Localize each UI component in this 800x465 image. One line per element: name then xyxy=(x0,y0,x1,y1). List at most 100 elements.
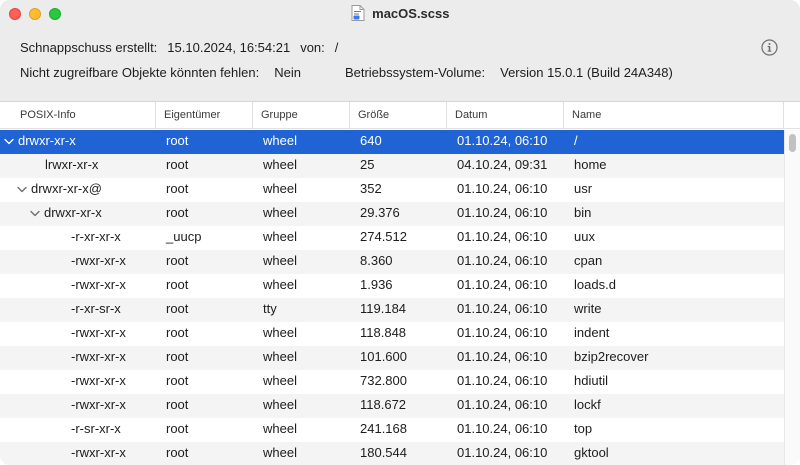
window-title-group: macOS.scss xyxy=(0,5,800,21)
group-cell: wheel xyxy=(263,157,297,172)
group-cell: wheel xyxy=(263,421,297,436)
table-row[interactable]: -r-xr-sr-x root tty 119.184 01.10.24, 06:10 w… xyxy=(0,298,800,322)
group-cell: wheel xyxy=(263,445,297,460)
name-cell: / xyxy=(574,133,578,148)
date-cell: 01.10.24, 06:10 xyxy=(457,229,548,244)
date-cell: 01.10.24, 06:10 xyxy=(457,421,548,436)
chevron-down-icon[interactable] xyxy=(4,138,14,145)
table-row[interactable]: -r-sr-xr-x root wheel 241.168 01.10.24, 06:1… xyxy=(0,418,800,442)
group-cell: wheel xyxy=(263,229,297,244)
missing-objects-label: Nicht zugreifbare Objekte könnten fehlen… xyxy=(20,65,260,80)
owner-cell: _uucp xyxy=(166,229,202,244)
posix-info-text: -rwxr-xr-x xyxy=(71,325,126,340)
owner-cell: root xyxy=(166,325,189,340)
size-cell: 119.184 xyxy=(360,301,407,316)
snapshot-from-value: / xyxy=(334,40,339,55)
posix-info-text: -rwxr-xr-x xyxy=(71,397,126,412)
column-header-posix[interactable]: POSIX-Info xyxy=(12,102,155,129)
owner-cell: root xyxy=(166,157,189,172)
vertical-scrollbar[interactable] xyxy=(784,130,800,465)
table-row[interactable]: -rwxr-xr-x root wheel 118.672 01.10.24, 06:1… xyxy=(0,394,800,418)
date-cell: 04.10.24, 09:31 xyxy=(457,157,548,172)
scss-document-icon xyxy=(351,5,365,21)
owner-cell: root xyxy=(166,373,189,388)
name-cell: bzip2recover xyxy=(574,349,649,364)
date-cell: 01.10.24, 06:10 xyxy=(457,133,548,148)
posix-info-text: -rwxr-xr-x xyxy=(71,373,126,388)
snapshot-from-label: von: xyxy=(300,40,325,55)
group-cell: wheel xyxy=(263,205,297,220)
owner-cell: root xyxy=(166,277,189,292)
owner-cell: root xyxy=(166,397,189,412)
group-cell: wheel xyxy=(263,181,297,196)
name-cell: loads.d xyxy=(574,277,616,292)
chevron-down-icon[interactable] xyxy=(30,210,40,217)
column-header-owner[interactable]: Eigentümer xyxy=(155,102,252,129)
table-row[interactable]: -rwxr-xr-x root wheel 732.800 01.10.24, 06:1… xyxy=(0,370,800,394)
posix-info-text: drwxr-xr-x xyxy=(44,205,102,220)
size-cell: 101.600 xyxy=(360,349,407,364)
column-header-date[interactable]: Datum xyxy=(446,102,563,129)
date-cell: 01.10.24, 06:10 xyxy=(457,277,548,292)
table-row[interactable]: -r-xr-xr-x _uucp wheel 274.512 01.10.24, 06:… xyxy=(0,226,800,250)
owner-cell: root xyxy=(166,349,189,364)
date-cell: 01.10.24, 06:10 xyxy=(457,397,548,412)
posix-info-text: -r-xr-xr-x xyxy=(71,229,121,244)
date-cell: 01.10.24, 06:10 xyxy=(457,181,548,196)
name-cell: indent xyxy=(574,325,610,340)
table-row[interactable]: -rwxr-xr-x root wheel 180.544 01.10.24, 06:1… xyxy=(0,442,800,465)
size-cell: 118.672 xyxy=(360,397,407,412)
system-volume-value: Version 15.0.1 (Build 24A348) xyxy=(500,65,673,80)
date-cell: 01.10.24, 06:10 xyxy=(457,325,548,340)
size-cell: 274.512 xyxy=(360,229,407,244)
date-cell: 01.10.24, 06:10 xyxy=(457,205,548,220)
date-cell: 01.10.24, 06:10 xyxy=(457,349,548,364)
name-cell: cpan xyxy=(574,253,603,268)
group-cell: wheel xyxy=(263,325,297,340)
table-body: drwxr-xr-x root wheel 640 01.10.24, 06:10 / lr… xyxy=(0,130,800,465)
snapshot-created-label: Schnappschuss erstellt: xyxy=(20,40,158,55)
posix-info-text: -rwxr-xr-x xyxy=(71,445,126,460)
file-table: POSIX-Info Eigentümer Gruppe Größe Datum… xyxy=(0,101,800,465)
date-cell: 01.10.24, 06:10 xyxy=(457,445,548,460)
column-header-name[interactable]: Name xyxy=(563,102,783,129)
table-header: POSIX-Info Eigentümer Gruppe Größe Datum… xyxy=(0,102,800,129)
table-row[interactable]: -rwxr-xr-x root wheel 1.936 01.10.24, 06:10 l… xyxy=(0,274,800,298)
window-title: macOS.scss xyxy=(372,6,450,21)
posix-info-text: -r-sr-xr-x xyxy=(71,421,121,436)
name-cell: top xyxy=(574,421,593,436)
size-cell: 29.376 xyxy=(360,205,400,220)
info-circle-icon[interactable] xyxy=(761,39,778,56)
table-row[interactable]: -rwxr-xr-x root wheel 101.600 01.10.24, 06:1… xyxy=(0,346,800,370)
column-header-size[interactable]: Größe xyxy=(349,102,446,129)
group-cell: wheel xyxy=(263,349,297,364)
name-cell: home xyxy=(574,157,607,172)
posix-info-text: -rwxr-xr-x xyxy=(71,277,126,292)
table-row[interactable]: drwxr-xr-x root wheel 640 01.10.24, 06:10 / xyxy=(0,130,800,154)
volume-info-line: Nicht zugreifbare Objekte könnten fehlen… xyxy=(20,65,676,80)
posix-info-text: drwxr-xr-x xyxy=(18,133,76,148)
chevron-down-icon[interactable] xyxy=(17,186,27,193)
name-cell: write xyxy=(574,301,602,316)
owner-cell: root xyxy=(166,421,189,436)
size-cell: 241.168 xyxy=(360,421,407,436)
app-window: macOS.scss Schnappschuss erstellt: 15.10.… xyxy=(0,0,800,465)
table-row[interactable]: -rwxr-xr-x root wheel 118.848 01.10.24, 06:1… xyxy=(0,322,800,346)
table-row[interactable]: lrwxr-xr-x root wheel 25 04.10.24, 09:31 home xyxy=(0,154,800,178)
column-header-group[interactable]: Gruppe xyxy=(252,102,349,129)
group-cell: wheel xyxy=(263,133,297,148)
size-cell: 180.544 xyxy=(360,445,407,460)
size-cell: 118.848 xyxy=(360,325,407,340)
table-row[interactable]: drwxr-xr-x@ root wheel 352 01.10.24, 06:10 us… xyxy=(0,178,800,202)
snapshot-info-line: Schnappschuss erstellt: 15.10.2024, 16:54… xyxy=(20,40,341,55)
table-row[interactable]: drwxr-xr-x root wheel 29.376 01.10.24, 06:10… xyxy=(0,202,800,226)
name-cell: usr xyxy=(574,181,593,196)
posix-info-text: -rwxr-xr-x xyxy=(71,349,126,364)
missing-objects-value: Nein xyxy=(274,65,301,80)
size-cell: 640 xyxy=(360,133,382,148)
scrollbar-thumb[interactable] xyxy=(789,134,796,152)
title-bar[interactable]: macOS.scss xyxy=(0,0,800,28)
group-cell: tty xyxy=(263,301,277,316)
group-cell: wheel xyxy=(263,397,297,412)
table-row[interactable]: -rwxr-xr-x root wheel 8.360 01.10.24, 06:10 c… xyxy=(0,250,800,274)
